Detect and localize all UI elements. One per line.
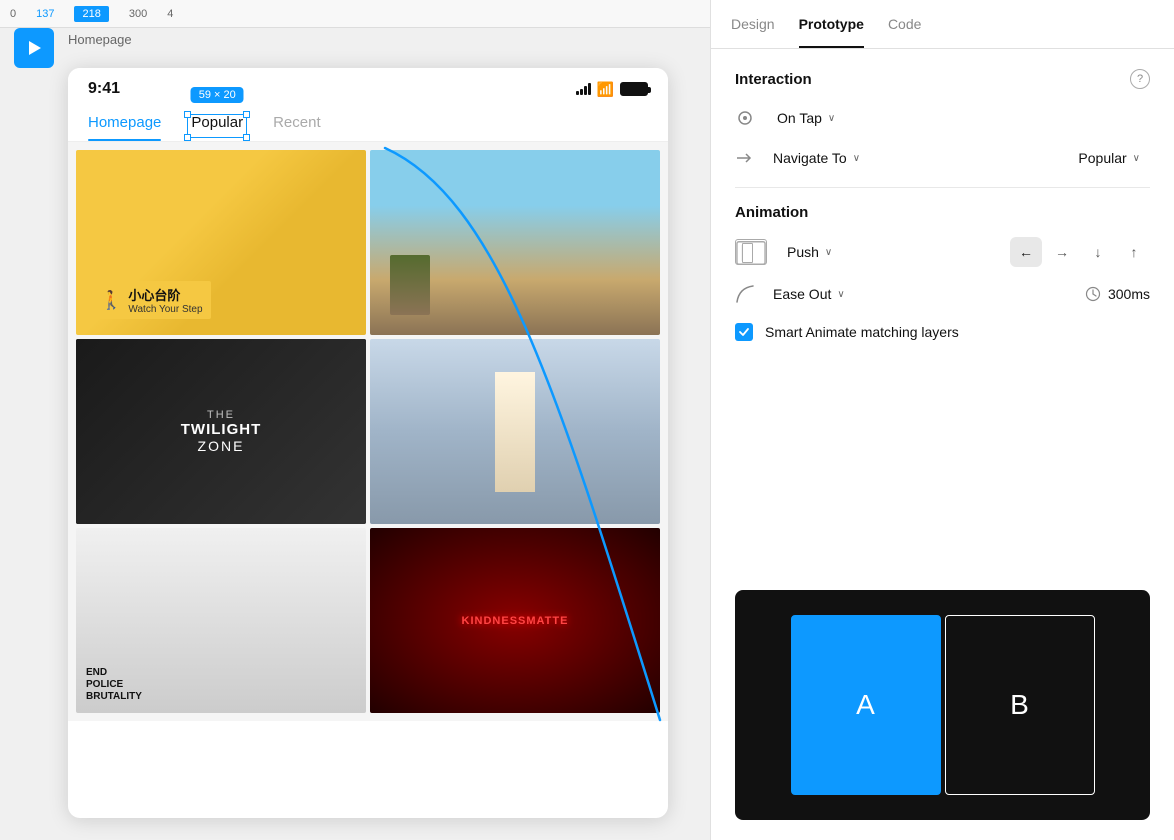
status-bar: 9:41 📶 [68, 68, 668, 106]
image-6: KINDNESSMATTE [370, 528, 660, 713]
signal-bars-icon [576, 83, 591, 95]
smart-animate-label: Smart Animate matching layers [765, 324, 959, 340]
tab-design[interactable]: Design [731, 0, 775, 48]
handle-tr [243, 111, 250, 118]
chevron-down-icon-5: ∨ [837, 289, 844, 300]
preview-slide-b: B [945, 615, 1095, 795]
tab-code[interactable]: Code [888, 0, 921, 48]
tab-prototype[interactable]: Prototype [799, 0, 864, 48]
smart-animate-row: Smart Animate matching layers [735, 323, 1150, 341]
timing-section: 300ms [1084, 285, 1150, 303]
image-3: THE TWILIGHT ZONE [76, 339, 366, 524]
wifi-icon: 📶 [597, 81, 614, 98]
push-animation-icon [735, 239, 767, 265]
smart-animate-checkbox[interactable] [735, 323, 753, 341]
timeline-num-137: 137 [36, 8, 54, 20]
image-5: ENDPOLICEBRUTALITY [76, 528, 366, 713]
timeline-tick-218: 218 [74, 6, 108, 22]
canvas-panel: 0 137 218 300 4 Homepage 9:41 📶 [0, 0, 710, 840]
preview-slide-a: A [791, 615, 941, 795]
phone-frame: 9:41 📶 Homepage Popular [68, 68, 668, 818]
app-tabs: Homepage Popular 59 × 20 Recent [68, 106, 668, 142]
push-row: Push ∨ ← → ↓ ↑ [735, 237, 1150, 267]
interaction-section-header: Interaction ? [735, 69, 1150, 89]
tab-popular[interactable]: Popular 59 × 20 [191, 106, 243, 141]
ease-row: Ease Out ∨ 300ms [735, 281, 1150, 307]
handle-bl [184, 134, 191, 141]
section-divider [735, 187, 1150, 188]
chevron-down-icon-3: ∨ [1133, 153, 1140, 164]
play-button[interactable] [14, 28, 54, 68]
timeline-num-300: 300 [129, 8, 147, 20]
image-grid: 🚶 小心台阶 Watch Your Step THE TWILIGHT ZONE [68, 142, 668, 721]
navigate-to-dropdown[interactable]: Navigate To ∨ [763, 145, 870, 171]
timeline-num-4: 4 [167, 8, 173, 20]
ease-dropdown[interactable]: Ease Out ∨ [763, 281, 855, 307]
on-tap-dropdown[interactable]: On Tap ∨ [767, 105, 845, 131]
destination-dropdown[interactable]: Popular ∨ [1068, 145, 1150, 171]
push-dropdown[interactable]: Push ∨ [777, 239, 842, 265]
status-time: 9:41 [88, 80, 120, 98]
navigate-to-row: Navigate To ∨ Popular ∨ [735, 145, 1150, 171]
direction-right-btn[interactable]: → [1046, 237, 1078, 267]
interaction-title: Interaction [735, 71, 812, 88]
right-panel: Design Prototype Code Interaction ? On T… [710, 0, 1174, 840]
animation-section-header: Animation [735, 204, 1150, 221]
animation-section: Animation Push ∨ ← → ↓ ↑ [735, 204, 1150, 341]
image-2 [370, 150, 660, 335]
battery-icon [620, 82, 648, 96]
direction-buttons: ← → ↓ ↑ [1010, 237, 1150, 267]
animation-title: Animation [735, 204, 808, 221]
chevron-down-icon: ∨ [828, 113, 835, 124]
chevron-down-icon-2: ∨ [853, 153, 860, 164]
navigate-icon [735, 148, 755, 168]
preview-area: A B [735, 590, 1150, 820]
panel-content: Interaction ? On Tap ∨ [711, 49, 1174, 590]
canvas-label: Homepage [68, 32, 132, 47]
help-icon[interactable]: ? [1130, 69, 1150, 89]
panel-tabs: Design Prototype Code [711, 0, 1174, 49]
handle-tl [184, 111, 191, 118]
tab-recent[interactable]: Recent [273, 106, 321, 141]
timing-value: 300ms [1108, 286, 1150, 302]
status-icons: 📶 [576, 81, 648, 98]
destination-section: Popular ∨ [1068, 145, 1150, 171]
trigger-icon [735, 108, 755, 128]
timeline-num-0: 0 [10, 8, 16, 20]
image-4 [370, 339, 660, 524]
direction-left-btn[interactable]: ← [1010, 237, 1042, 267]
chevron-down-icon-4: ∨ [825, 247, 832, 258]
preview-slides: A B [791, 615, 1095, 795]
handle-br [243, 134, 250, 141]
direction-up-btn[interactable]: ↑ [1118, 237, 1150, 267]
timeline-bar: 0 137 218 300 4 [0, 0, 710, 28]
tab-homepage[interactable]: Homepage [88, 106, 161, 141]
easing-curve-icon [735, 284, 755, 304]
image-1: 🚶 小心台阶 Watch Your Step [76, 150, 366, 335]
on-tap-row: On Tap ∨ [735, 105, 1150, 131]
clock-icon [1084, 285, 1102, 303]
direction-down-btn[interactable]: ↓ [1082, 237, 1114, 267]
